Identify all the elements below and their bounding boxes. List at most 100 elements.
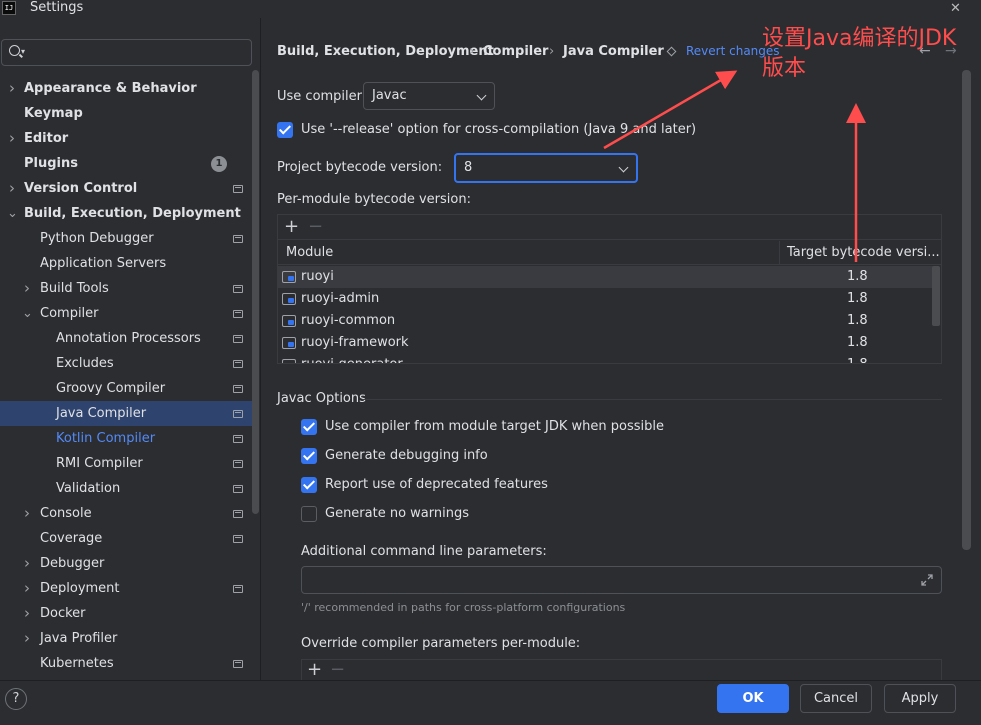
expand-icon[interactable]: [920, 573, 934, 587]
javac-option-checkbox[interactable]: [301, 477, 317, 493]
sidebar-item-annotation-processors[interactable]: Annotation Processors: [0, 326, 258, 351]
override-params-table: + −: [301, 659, 942, 680]
sidebar-item-rmi-compiler[interactable]: RMI Compiler: [0, 451, 258, 476]
additional-params-field[interactable]: [301, 566, 942, 594]
javac-option-label: Generate no warnings: [325, 506, 470, 521]
module-icon: [282, 359, 296, 363]
chevron-right-icon[interactable]: ›: [22, 576, 32, 601]
sidebar-scrollbar[interactable]: [252, 70, 259, 514]
sidebar-item-application-servers[interactable]: Application Servers: [0, 251, 258, 276]
sidebar-item-label: Python Debugger: [40, 231, 154, 246]
sidebar-item-java-profiler[interactable]: › Java Profiler: [0, 626, 258, 651]
chevron-right-icon[interactable]: ›: [7, 176, 17, 201]
sidebar-item-python-debugger[interactable]: Python Debugger: [0, 226, 258, 251]
table-row[interactable]: ruoyi-admin 1.8: [278, 288, 933, 310]
ok-button[interactable]: OK: [717, 684, 789, 713]
title-bar: IJ Settings ✕: [0, 0, 981, 18]
sidebar-item-kotlin-compiler[interactable]: Kotlin Compiler: [0, 426, 258, 451]
javac-option-checkbox[interactable]: [301, 419, 317, 435]
add-icon[interactable]: +: [284, 215, 299, 239]
table-row[interactable]: ruoyi-generator 1.8: [278, 354, 933, 363]
settings-search[interactable]: ▾: [1, 39, 252, 66]
project-level-icon: [233, 185, 243, 193]
bytecode-version-value: 8: [464, 160, 473, 175]
use-compiler-dropdown[interactable]: Javac: [363, 82, 495, 110]
chevron-down-icon[interactable]: ⌄: [7, 201, 18, 226]
bytecode-version-dropdown[interactable]: 8: [454, 153, 638, 183]
search-input[interactable]: [32, 43, 242, 63]
chevron-right-icon[interactable]: ›: [22, 501, 32, 526]
search-options-chevron-icon[interactable]: ▾: [21, 47, 25, 56]
sidebar-item-validation[interactable]: Validation: [0, 476, 258, 501]
javac-option-checkbox[interactable]: [301, 506, 317, 522]
sidebar-item-editor[interactable]: › Editor: [0, 126, 258, 151]
breadcrumb-build-execution-deployment[interactable]: Build, Execution, Deployment: [277, 44, 494, 59]
remove-icon[interactable]: −: [308, 215, 323, 239]
project-level-icon: [233, 585, 243, 593]
sidebar-item-label: Compiler: [40, 306, 99, 321]
table-header: Module Target bytecode versi...: [278, 241, 941, 265]
sidebar-item-label: Deployment: [40, 581, 120, 596]
breadcrumb-separator: ›: [469, 44, 475, 59]
project-level-icon: [233, 360, 243, 368]
sidebar-item-build-tools[interactable]: › Build Tools: [0, 276, 258, 301]
apply-button[interactable]: Apply: [884, 684, 956, 713]
sidebar-item-console[interactable]: › Console: [0, 501, 258, 526]
table-row[interactable]: ruoyi-common 1.8: [278, 310, 933, 332]
sidebar-item-kubernetes[interactable]: Kubernetes: [0, 651, 258, 676]
sidebar-item-build-execution-deployment[interactable]: ⌄ Build, Execution, Deployment: [0, 201, 258, 226]
breadcrumb-compiler[interactable]: Compiler: [483, 44, 548, 59]
module-target-version[interactable]: 1.8: [847, 288, 868, 310]
table-toolbar: + −: [278, 215, 941, 240]
javac-option-checkbox[interactable]: [301, 448, 317, 464]
chevron-right-icon[interactable]: ›: [22, 276, 32, 301]
close-window-icon[interactable]: ✕: [950, 0, 961, 18]
sidebar-item-version-control[interactable]: › Version Control: [0, 176, 258, 201]
sidebar-item-label: Docker: [40, 606, 86, 621]
chevron-right-icon[interactable]: ›: [22, 551, 32, 576]
sidebar-item-label: Keymap: [24, 106, 83, 121]
chevron-right-icon[interactable]: ›: [22, 601, 32, 626]
sidebar-item-plugins[interactable]: Plugins 1: [0, 151, 258, 176]
sidebar-item-label: Console: [40, 506, 92, 521]
table-scrollbar[interactable]: [932, 266, 940, 326]
sidebar-item-appearance-behavior[interactable]: › Appearance & Behavior: [0, 76, 258, 101]
cancel-button[interactable]: Cancel: [800, 684, 872, 713]
chevron-right-icon[interactable]: ›: [7, 76, 17, 101]
module-name: ruoyi-common: [301, 313, 396, 328]
column-module[interactable]: Module: [286, 245, 333, 260]
project-level-icon: [233, 535, 243, 543]
sidebar-item-java-compiler[interactable]: Java Compiler: [0, 401, 258, 426]
add-icon[interactable]: +: [307, 658, 322, 680]
chevron-right-icon[interactable]: ›: [7, 126, 17, 151]
main-scrollbar[interactable]: [962, 70, 971, 550]
sidebar-item-coverage[interactable]: Coverage: [0, 526, 258, 551]
module-target-version[interactable]: 1.8: [847, 310, 868, 332]
table-row[interactable]: ruoyi-framework 1.8: [278, 332, 933, 354]
use-compiler-label: Use compiler:: [277, 89, 367, 104]
sidebar-item-groovy-compiler[interactable]: Groovy Compiler: [0, 376, 258, 401]
sidebar-item-keymap[interactable]: Keymap: [0, 101, 258, 126]
table-row[interactable]: ruoyi 1.8: [278, 266, 933, 288]
sidebar-item-label: Version Control: [24, 181, 138, 196]
sidebar-item-debugger[interactable]: › Debugger: [0, 551, 258, 576]
help-icon[interactable]: ?: [5, 688, 27, 710]
sidebar-item-docker[interactable]: › Docker: [0, 601, 258, 626]
chevron-down-icon[interactable]: ⌄: [22, 301, 33, 326]
sidebar-item-compiler[interactable]: ⌄ Compiler: [0, 301, 258, 326]
project-level-icon: [233, 335, 243, 343]
column-target-bytecode[interactable]: Target bytecode versi...: [787, 245, 940, 260]
chevron-right-icon[interactable]: ›: [22, 626, 32, 651]
sidebar-item-deployment[interactable]: › Deployment: [0, 576, 258, 601]
remove-icon[interactable]: −: [330, 658, 345, 680]
module-target-version[interactable]: 1.8: [847, 354, 868, 363]
module-target-version[interactable]: 1.8: [847, 266, 868, 288]
release-option-checkbox[interactable]: [277, 122, 293, 138]
sidebar-item-label: Plugins: [24, 156, 78, 171]
sidebar-item-excludes[interactable]: Excludes: [0, 351, 258, 376]
search-icon: [9, 45, 20, 56]
column-divider[interactable]: [779, 241, 780, 265]
module-icon: [282, 315, 296, 327]
per-module-label: Per-module bytecode version:: [277, 192, 471, 207]
module-target-version[interactable]: 1.8: [847, 332, 868, 354]
